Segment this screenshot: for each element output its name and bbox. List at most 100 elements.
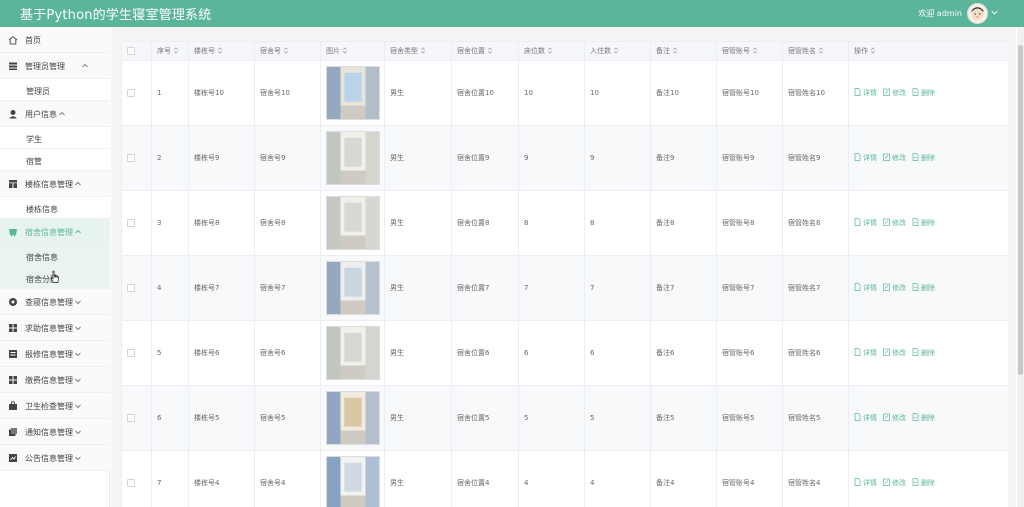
dorm-table: 序号 楼栋号 宿舍号 图片 宿舍类型 宿舍位置 床位数 入住数 备注 宿管账号 … xyxy=(121,41,1008,507)
sidebar-item-user-info[interactable]: 用户信息 xyxy=(0,101,110,127)
dorm-photo[interactable] xyxy=(326,261,380,315)
sidebar-item-hygiene-management[interactable]: 卫生检查管理 xyxy=(0,393,110,419)
delete-button[interactable]: 删除 xyxy=(912,348,935,358)
edit-button[interactable]: 修改 xyxy=(883,478,906,488)
occupied-cell: 9 xyxy=(584,125,651,191)
type-cell: 男生 xyxy=(384,190,452,256)
edit-button[interactable]: 修改 xyxy=(883,153,906,163)
manager-name-cell: 宿管姓名9 xyxy=(782,125,849,191)
delete-button[interactable]: 删除 xyxy=(912,88,935,98)
dorm-photo[interactable] xyxy=(326,456,380,507)
sidebar-item-building-info[interactable]: 楼栋信息 xyxy=(0,197,110,219)
sort-icon xyxy=(488,47,492,54)
row-checkbox[interactable] xyxy=(127,479,135,487)
dorm-photo[interactable] xyxy=(326,326,380,380)
table-row[interactable]: 1 楼栋号10 宿舍号10 男生 宿舍位置10 10 10 备注10 宿管账号10 宿管姓名10 详… xyxy=(121,60,1008,126)
row-checkbox[interactable] xyxy=(127,219,135,227)
select-all-checkbox[interactable] xyxy=(127,47,135,55)
row-select-cell xyxy=(121,255,152,321)
detail-button[interactable]: 详情 xyxy=(854,478,877,488)
column-header[interactable]: 操作 xyxy=(848,41,1008,61)
row-checkbox[interactable] xyxy=(127,414,135,422)
sidebar-item-help-management[interactable]: 求助信息管理 xyxy=(0,315,110,341)
column-header[interactable]: 宿管账号 xyxy=(716,41,783,61)
table-header-row: 序号 楼栋号 宿舍号 图片 宿舍类型 宿舍位置 床位数 入住数 备注 宿管账号 … xyxy=(121,41,1008,61)
scrollbar-thumb[interactable] xyxy=(1018,45,1023,375)
sidebar-item-home[interactable]: 首页 xyxy=(0,27,110,53)
edit-button[interactable]: 修改 xyxy=(883,413,906,423)
sort-icon xyxy=(673,47,677,54)
column-header[interactable]: 床位数 xyxy=(518,41,585,61)
detail-button[interactable]: 详情 xyxy=(854,88,877,98)
edit-button[interactable]: 修改 xyxy=(883,218,906,228)
table-row[interactable]: 6 楼栋号5 宿舍号5 男生 宿舍位置5 5 5 备注5 宿管账号5 宿管姓名5 详情 修改 删除 xyxy=(121,385,1008,451)
row-checkbox[interactable] xyxy=(127,284,135,292)
index-cell: 2 xyxy=(151,125,189,191)
delete-button[interactable]: 删除 xyxy=(912,218,935,228)
edit-button[interactable]: 修改 xyxy=(883,348,906,358)
column-header[interactable]: 宿管姓名 xyxy=(782,41,849,61)
delete-button[interactable]: 删除 xyxy=(912,283,935,293)
sidebar-item-students[interactable]: 学生 xyxy=(0,127,110,149)
table-row[interactable]: 3 楼栋号8 宿舍号8 男生 宿舍位置8 8 8 备注8 宿管账号8 宿管姓名8 详情 修改 删除 xyxy=(121,190,1008,256)
type-cell: 男生 xyxy=(384,450,452,507)
row-checkbox[interactable] xyxy=(127,154,135,162)
column-header[interactable]: 图片 xyxy=(320,41,385,61)
beds-cell: 7 xyxy=(518,255,585,321)
edit-button[interactable]: 修改 xyxy=(883,283,906,293)
detail-button[interactable]: 详情 xyxy=(854,413,877,423)
sidebar-item-label: 报修信息管理 xyxy=(25,350,73,359)
column-header[interactable]: 入住数 xyxy=(584,41,651,61)
delete-button[interactable]: 删除 xyxy=(912,153,935,163)
notice-icon xyxy=(9,428,17,436)
document-icon xyxy=(854,153,861,161)
sidebar-item-label: 通知信息管理 xyxy=(25,428,73,437)
column-header[interactable]: 序号 xyxy=(151,41,189,61)
sidebar-item-building-management[interactable]: 楼栋信息管理 xyxy=(0,171,110,197)
dorm-photo[interactable] xyxy=(326,196,380,250)
table-row[interactable]: 4 楼栋号7 宿舍号7 男生 宿舍位置7 7 7 备注7 宿管账号7 宿管姓名7 详情 修改 删除 xyxy=(121,255,1008,321)
detail-button[interactable]: 详情 xyxy=(854,348,877,358)
detail-button[interactable]: 详情 xyxy=(854,153,877,163)
chevron-up-icon xyxy=(59,111,65,116)
row-checkbox[interactable] xyxy=(127,349,135,357)
sort-icon xyxy=(614,47,618,54)
manager-account-cell: 宿管账号8 xyxy=(716,190,783,256)
avatar[interactable] xyxy=(967,3,988,24)
column-header[interactable]: 宿舍号 xyxy=(254,41,321,61)
sidebar-item-dorm-management[interactable]: 宿舍信息管理 xyxy=(0,219,110,245)
sidebar-item-dorm-info[interactable]: 宿舍信息 xyxy=(0,245,110,267)
column-header[interactable]: 宿舍位置 xyxy=(451,41,519,61)
sidebar-item-room-check-management[interactable]: 查寝信息管理 xyxy=(0,289,110,315)
sidebar-item-admin-management[interactable]: 管理员管理 xyxy=(0,53,110,79)
column-header[interactable]: 宿舍类型 xyxy=(384,41,452,61)
dorm-photo[interactable] xyxy=(326,391,380,445)
table-row[interactable]: 7 楼栋号4 宿舍号4 男生 宿舍位置4 4 4 备注4 宿管账号4 宿管姓名4 详情 修改 删除 xyxy=(121,450,1008,507)
delete-button[interactable]: 删除 xyxy=(912,478,935,488)
sidebar-item-announcement-management[interactable]: 公告信息管理 xyxy=(0,445,110,471)
delete-icon xyxy=(912,478,919,486)
detail-button[interactable]: 详情 xyxy=(854,218,877,228)
dorm-photo[interactable] xyxy=(326,131,380,185)
delete-button[interactable]: 删除 xyxy=(912,413,935,423)
sort-icon xyxy=(174,47,178,54)
page-scrollbar[interactable] xyxy=(1017,27,1024,507)
sidebar-item-admin[interactable]: 管理员 xyxy=(0,79,110,101)
location-cell: 宿舍位置6 xyxy=(451,320,519,386)
row-checkbox[interactable] xyxy=(127,89,135,97)
detail-button[interactable]: 详情 xyxy=(854,283,877,293)
column-header[interactable]: 备注 xyxy=(650,41,717,61)
edit-button[interactable]: 修改 xyxy=(883,88,906,98)
column-header[interactable]: 楼栋号 xyxy=(188,41,255,61)
chevron-down-icon[interactable] xyxy=(990,8,999,17)
admin-icon xyxy=(9,62,17,70)
sidebar-item-notice-management[interactable]: 通知信息管理 xyxy=(0,419,110,445)
sidebar-item-payment-management[interactable]: 缴费信息管理 xyxy=(0,367,110,393)
sidebar-item-repair-management[interactable]: 报修信息管理 xyxy=(0,341,110,367)
location-cell: 宿舍位置8 xyxy=(451,190,519,256)
dorm-photo[interactable] xyxy=(326,66,380,120)
type-cell: 男生 xyxy=(384,385,452,451)
table-row[interactable]: 5 楼栋号6 宿舍号6 男生 宿舍位置6 6 6 备注6 宿管账号6 宿管姓名6 详情 修改 删除 xyxy=(121,320,1008,386)
sidebar-item-dorm-managers[interactable]: 宿管 xyxy=(0,149,110,171)
table-row[interactable]: 2 楼栋号9 宿舍号9 男生 宿舍位置9 9 9 备注9 宿管账号9 宿管姓名9 详情 修改 删除 xyxy=(121,125,1008,191)
